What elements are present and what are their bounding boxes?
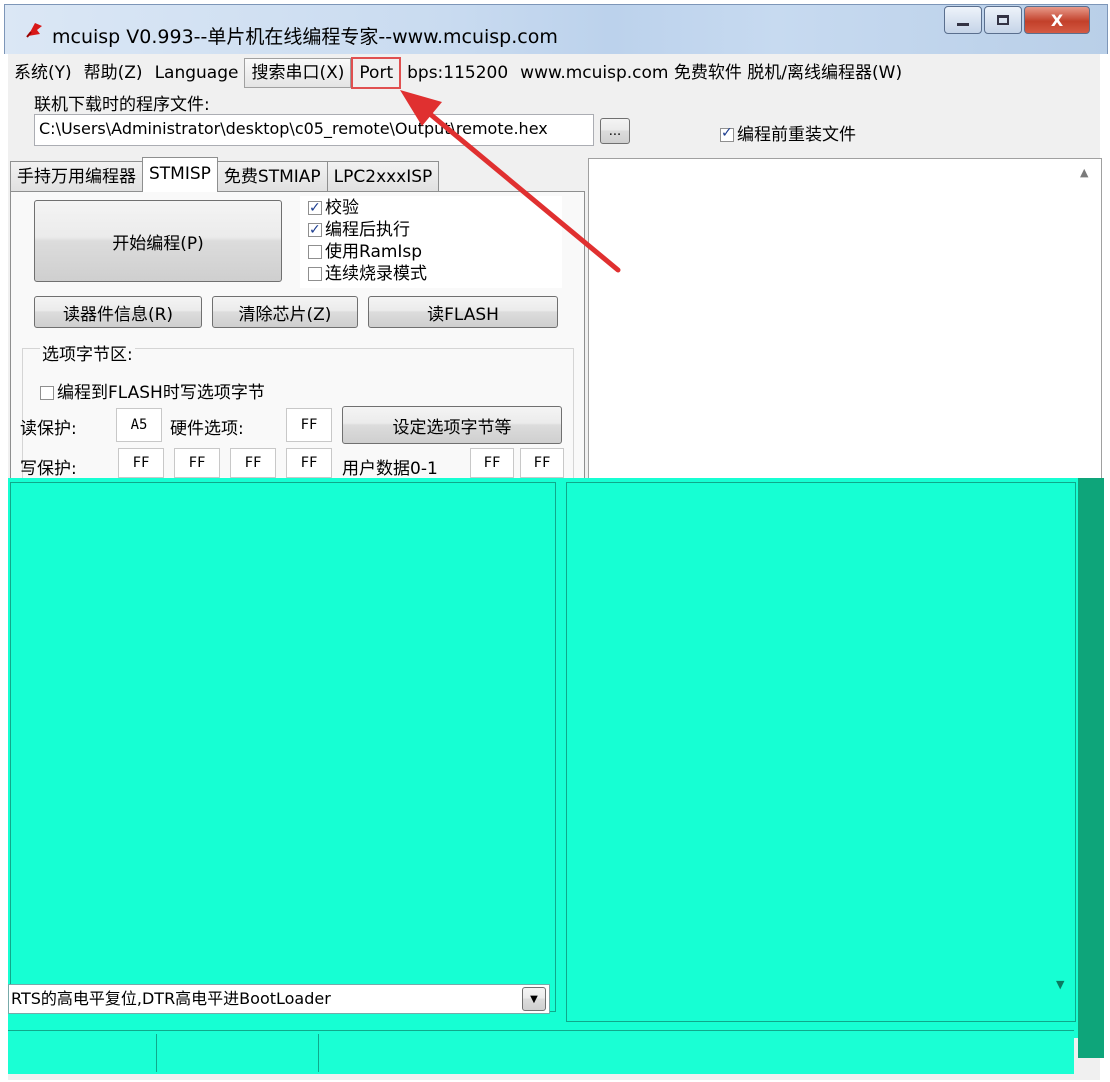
write-protect-field-0[interactable]: FF bbox=[118, 448, 164, 478]
maximize-icon bbox=[997, 15, 1009, 25]
tab-free-stmiap[interactable]: 免费STMIAP bbox=[216, 161, 328, 192]
write-protect-label: 写保护: bbox=[20, 459, 77, 479]
user-data-label: 用户数据0-1 bbox=[342, 459, 438, 479]
status-divider-2 bbox=[318, 1034, 319, 1072]
minimize-button[interactable] bbox=[944, 6, 982, 34]
close-icon: X bbox=[1050, 10, 1064, 30]
write-protect-field-1[interactable]: FF bbox=[174, 448, 220, 478]
read-protect-label: 读保护: bbox=[20, 419, 77, 439]
status-bar bbox=[8, 1030, 1074, 1074]
log-scroll-down-icon[interactable]: ▼ bbox=[1056, 978, 1064, 991]
menu-search-port[interactable]: 搜索串口(X) bbox=[244, 58, 352, 88]
minimize-icon bbox=[957, 22, 969, 26]
run-after-checkbox[interactable] bbox=[308, 220, 322, 240]
reset-mode-select[interactable]: RTS的高电平复位,DTR高电平进BootLoader bbox=[8, 984, 550, 1014]
menu-system[interactable]: 系统(Y) bbox=[8, 59, 78, 87]
write-option-bytes-label: 编程到FLASH时写选项字节 bbox=[57, 383, 265, 403]
obscured-right-frame bbox=[566, 482, 1076, 1022]
app-logo-icon bbox=[26, 23, 42, 38]
log-scroll-up-icon[interactable]: ▲ bbox=[1080, 166, 1088, 179]
read-protect-field[interactable]: A5 bbox=[116, 408, 162, 442]
status-divider-1 bbox=[156, 1034, 157, 1072]
program-file-label: 联机下载时的程序文件: bbox=[34, 95, 210, 115]
set-option-bytes-button[interactable]: 设定选项字节等 bbox=[342, 406, 562, 444]
hw-option-field[interactable]: FF bbox=[286, 408, 332, 442]
write-protect-field-2[interactable]: FF bbox=[230, 448, 276, 478]
option-verify-label: 校验 bbox=[325, 198, 359, 218]
reload-label: 编程前重装文件 bbox=[737, 125, 856, 145]
annotation-arrow-icon bbox=[400, 90, 621, 273]
read-flash-button[interactable]: 读FLASH bbox=[368, 296, 558, 328]
option-bytes-title: 选项字节区: bbox=[40, 340, 135, 365]
user-data-field-0[interactable]: FF bbox=[470, 448, 514, 478]
obscured-edge bbox=[1078, 478, 1104, 1058]
tab-stmisp[interactable]: STMISP bbox=[142, 157, 218, 192]
window-title: mcuisp V0.993--单片机在线编程专家--www.mcuisp.com bbox=[52, 26, 558, 48]
tab-handheld-programmer[interactable]: 手持万用编程器 bbox=[10, 161, 143, 192]
write-option-bytes-checkbox[interactable] bbox=[40, 386, 54, 400]
hw-option-label: 硬件选项: bbox=[170, 419, 244, 439]
erase-chip-button[interactable]: 清除芯片(Z) bbox=[212, 296, 358, 328]
maximize-button[interactable] bbox=[984, 6, 1022, 34]
option-verify[interactable]: 校验 bbox=[308, 198, 359, 218]
close-button[interactable]: X bbox=[1024, 6, 1090, 34]
reload-checkbox[interactable] bbox=[720, 125, 734, 142]
continuous-checkbox[interactable] bbox=[308, 267, 322, 281]
start-program-button[interactable]: 开始编程(P) bbox=[34, 200, 282, 282]
write-option-bytes[interactable]: 编程到FLASH时写选项字节 bbox=[40, 378, 265, 403]
obscured-left-frame bbox=[10, 482, 556, 1012]
read-device-info-button[interactable]: 读器件信息(R) bbox=[34, 296, 202, 328]
reset-mode-value: RTS的高电平复位,DTR高电平进BootLoader bbox=[11, 989, 331, 1008]
menu-bps[interactable]: bps:115200 bbox=[401, 59, 514, 87]
verify-checkbox[interactable] bbox=[308, 198, 322, 218]
user-data-field-1[interactable]: FF bbox=[520, 448, 564, 478]
write-protect-field-3[interactable]: FF bbox=[286, 448, 332, 478]
reset-mode-dropdown-arrow[interactable]: ▼ bbox=[522, 987, 546, 1011]
tab-strip: 手持万用编程器 STMISP 免费STMIAP LPC2xxxISP bbox=[10, 157, 440, 192]
menu-language[interactable]: Language bbox=[149, 59, 245, 87]
menu-help[interactable]: 帮助(Z) bbox=[78, 59, 149, 87]
ramisp-checkbox[interactable] bbox=[308, 245, 322, 259]
log-output-pane[interactable] bbox=[588, 158, 1102, 480]
menu-site[interactable]: www.mcuisp.com 免费软件 脱机/离线编程器(W) bbox=[514, 59, 908, 87]
reload-before-program[interactable]: 编程前重装文件 bbox=[720, 120, 856, 145]
